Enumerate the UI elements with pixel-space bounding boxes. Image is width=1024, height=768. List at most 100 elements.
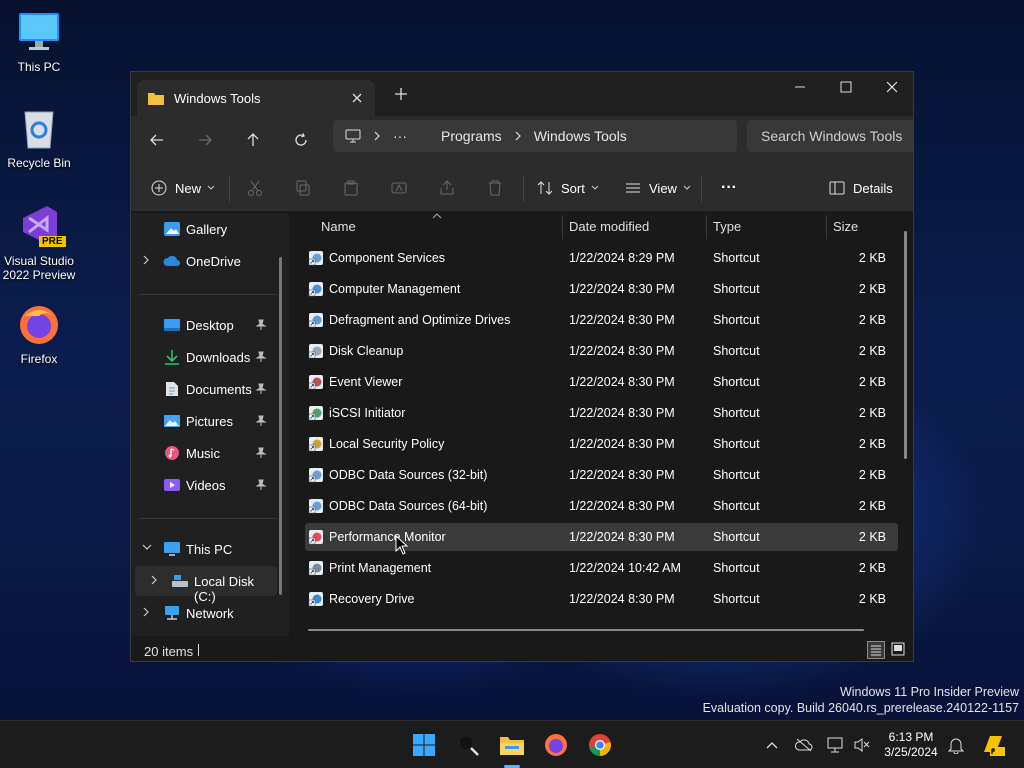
column-header-type[interactable]: Type: [713, 213, 741, 241]
sort-button[interactable]: Sort: [537, 176, 599, 200]
refresh-icon: [295, 133, 307, 146]
tab-windows-tools[interactable]: Windows Tools: [137, 80, 375, 116]
tab-close-button[interactable]: [349, 90, 365, 106]
folder-icon: [148, 93, 164, 105]
nav-item-desktop[interactable]: Desktop: [131, 310, 281, 340]
nav-item-pictures[interactable]: Pictures: [131, 406, 281, 436]
close-window-button[interactable]: [869, 72, 913, 102]
nav-item-videos[interactable]: Videos: [131, 470, 281, 500]
view-button[interactable]: View: [625, 176, 691, 200]
nav-item-gallery[interactable]: Gallery: [131, 214, 281, 244]
breadcrumb-item-windows-tools[interactable]: Windows Tools: [534, 128, 627, 144]
breadcrumb-overflow[interactable]: ···: [393, 128, 407, 144]
back-button[interactable]: [144, 128, 170, 152]
nav-item-this-pc[interactable]: This PC: [131, 534, 281, 564]
rename-icon: [391, 182, 407, 194]
up-button[interactable]: [240, 128, 266, 152]
file-size: 2 KB: [858, 561, 886, 575]
details-button[interactable]: Details: [829, 176, 899, 200]
desktop-icon-label: Visual Studio: [4, 254, 74, 268]
tiles-view-icon: [891, 642, 905, 656]
horizontal-scrollbar[interactable]: [308, 629, 864, 631]
file-type: Shortcut: [713, 499, 760, 513]
nav-label: Gallery: [186, 222, 228, 237]
copy-button[interactable]: [295, 176, 311, 200]
file-row[interactable]: Print Management 1/22/2024 10:42 AM Shortc…: [305, 554, 898, 582]
desktop-icon-visual-studio[interactable]: PRE Visual Studio 2022 Preview: [0, 204, 78, 282]
nav-item-onedrive[interactable]: OneDrive: [131, 246, 281, 276]
nav-item-documents[interactable]: Documents: [131, 374, 281, 404]
chrome-icon: [589, 734, 611, 756]
file-row[interactable]: Component Services 1/22/2024 8:29 PM Short…: [305, 244, 898, 272]
details-view-button[interactable]: [867, 641, 885, 659]
taskbar: 6:13 PM 3/25/2024: [0, 720, 1024, 768]
taskbar-file-explorer[interactable]: [496, 729, 528, 761]
copilot-button[interactable]: [980, 732, 1006, 758]
volume-tray-icon[interactable]: [852, 735, 872, 755]
minimize-button[interactable]: [777, 72, 823, 102]
file-row[interactable]: Recovery Drive 1/22/2024 8:30 PM Shortcut 2…: [305, 585, 898, 613]
forward-button[interactable]: [192, 128, 218, 152]
file-row[interactable]: ODBC Data Sources (32-bit) 1/22/2024 8:30…: [305, 461, 898, 489]
file-row[interactable]: Event Viewer 1/22/2024 8:30 PM Shortcut 2 K…: [305, 368, 898, 396]
file-row[interactable]: Local Security Policy 1/22/2024 8:30 PM Sh…: [305, 430, 898, 458]
network-tray-icon[interactable]: [826, 735, 846, 755]
nav-item-downloads[interactable]: Downloads: [131, 342, 281, 372]
firefox-icon: [17, 302, 61, 346]
start-button[interactable]: [408, 729, 440, 761]
clock[interactable]: 6:13 PM 3/25/2024: [882, 730, 940, 760]
onedrive-tray-icon[interactable]: [794, 735, 814, 755]
search-input[interactable]: Search Windows Tools: [747, 120, 913, 152]
breadcrumb-item-programs[interactable]: Programs: [441, 128, 502, 144]
taskbar-firefox[interactable]: [540, 729, 572, 761]
nav-item-music[interactable]: Music: [131, 438, 281, 468]
file-row[interactable]: Performance Monitor 1/22/2024 8:30 PM Shor…: [305, 523, 898, 551]
nav-scrollbar[interactable]: [279, 257, 282, 595]
new-tab-button[interactable]: [393, 86, 409, 102]
chevron-down-icon: [683, 185, 691, 190]
chevron-right-icon: [151, 575, 157, 585]
file-type: Shortcut: [713, 468, 760, 482]
tiles-view-button[interactable]: [890, 641, 908, 659]
taskbar-chrome[interactable]: [584, 729, 616, 761]
file-row[interactable]: ODBC Data Sources (64-bit) 1/22/2024 8:30…: [305, 492, 898, 520]
file-date: 1/22/2024 8:30 PM: [569, 437, 675, 451]
column-header-date[interactable]: Date modified: [569, 213, 649, 241]
refresh-button[interactable]: [288, 128, 314, 152]
tab-title: Windows Tools: [174, 90, 261, 106]
desktop-icon-firefox[interactable]: Firefox: [0, 302, 78, 366]
maximize-button[interactable]: [823, 72, 869, 102]
more-options-button[interactable]: ···: [721, 176, 737, 200]
share-button[interactable]: [439, 176, 455, 200]
file-size: 2 KB: [858, 375, 886, 389]
file-row[interactable]: Computer Management 1/22/2024 8:30 PM Shor…: [305, 275, 898, 303]
nav-item-local-disk[interactable]: Local Disk (C:): [135, 566, 277, 604]
breadcrumb[interactable]: ··· Programs Windows Tools: [333, 120, 737, 152]
nav-item-network[interactable]: Network: [131, 598, 281, 628]
chevron-right-icon: [143, 607, 149, 617]
column-header-name[interactable]: Name: [321, 213, 356, 241]
desktop-icon-this-pc[interactable]: This PC: [0, 10, 78, 74]
nav-label: Network: [186, 606, 234, 621]
delete-button[interactable]: [487, 176, 503, 200]
paste-button[interactable]: [343, 176, 359, 200]
shortcut-icon: [308, 251, 323, 266]
monitor-icon: [17, 10, 61, 54]
plus-circle-icon: [151, 180, 167, 196]
cut-button[interactable]: [247, 176, 263, 200]
rename-button[interactable]: [391, 176, 407, 200]
file-type: Shortcut: [713, 592, 760, 606]
bell-icon: [948, 738, 964, 754]
show-hidden-icons-button[interactable]: [762, 735, 782, 755]
file-row[interactable]: iSCSI Initiator 1/22/2024 8:30 PM Shortcut…: [305, 399, 898, 427]
view-label: View: [649, 180, 677, 196]
new-button[interactable]: New: [151, 176, 215, 200]
file-row[interactable]: Defragment and Optimize Drives 1/22/2024 …: [305, 306, 898, 334]
column-header-size[interactable]: Size: [833, 213, 858, 241]
desktop-icon-recycle-bin[interactable]: Recycle Bin: [0, 106, 78, 170]
vertical-scrollbar[interactable]: [904, 231, 907, 459]
file-list: Name Date modified Type Size Component S…: [290, 213, 913, 636]
file-row[interactable]: Disk Cleanup 1/22/2024 8:30 PM Shortcut 2 K…: [305, 337, 898, 365]
notifications-button[interactable]: [946, 735, 966, 755]
search-button[interactable]: [452, 729, 484, 761]
